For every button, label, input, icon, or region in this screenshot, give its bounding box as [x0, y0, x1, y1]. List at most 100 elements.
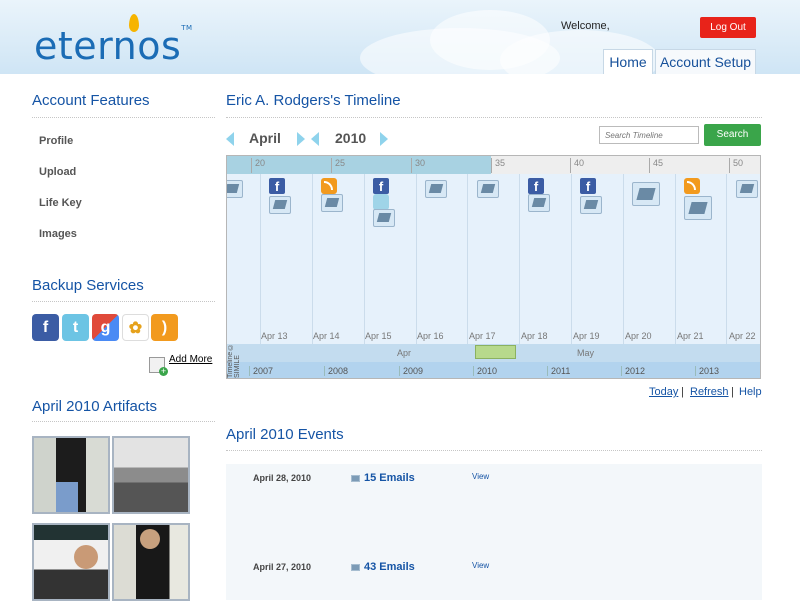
facebook-event-icon[interactable]: f	[580, 178, 596, 194]
backup-services-heading: Backup Services	[32, 277, 144, 294]
day-gridline	[260, 174, 261, 344]
year-label: 2010	[335, 130, 367, 146]
email-event-icon[interactable]	[477, 180, 499, 198]
picasa-icon[interactable]: ✿	[122, 314, 149, 341]
rss-event-icon[interactable]	[321, 178, 337, 194]
day-tick: 25	[331, 158, 345, 173]
facebook-event-icon[interactable]: f	[373, 178, 389, 194]
facebook-icon[interactable]: f	[32, 314, 59, 341]
twitter-icon[interactable]: t	[62, 314, 89, 341]
date-label: Apr 16	[417, 331, 444, 341]
email-event-icon[interactable]	[425, 180, 447, 198]
search-timeline-input[interactable]	[599, 126, 699, 144]
rss-icon[interactable]: )	[151, 314, 178, 341]
rss-event-icon[interactable]	[684, 178, 700, 194]
artifact-thumbnail[interactable]	[112, 523, 190, 601]
year-label: 2013	[695, 366, 719, 376]
email-event-icon[interactable]	[528, 194, 550, 212]
twitter-event-icon[interactable]	[373, 194, 389, 210]
day-gridline	[312, 174, 313, 344]
year-label: 2011	[547, 366, 570, 376]
divider	[32, 421, 215, 422]
timeline-credit: Timeline © SIMILE	[227, 342, 241, 378]
date-label: Apr 19	[573, 331, 600, 341]
day-tick: 45	[649, 158, 663, 173]
day-gridline	[571, 174, 572, 344]
timeline-drag-handle[interactable]	[475, 345, 516, 359]
day-gridline	[675, 174, 676, 344]
day-tick: 50	[729, 158, 743, 173]
day-tick: 20	[251, 158, 265, 173]
day-gridline	[467, 174, 468, 344]
event-date: April 27, 2010	[253, 562, 312, 572]
email-event-icon[interactable]	[632, 182, 660, 206]
date-label: Apr 18	[521, 331, 548, 341]
month-label: May	[577, 348, 595, 358]
day-tick: 30	[411, 158, 425, 173]
day-gridline	[364, 174, 365, 344]
prev-month-arrow[interactable]	[226, 132, 234, 146]
month-label: Apr	[397, 348, 412, 358]
year-label: 2008	[324, 366, 348, 376]
add-service-icon[interactable]	[149, 357, 168, 376]
account-features-heading: Account Features	[32, 92, 150, 109]
prev-year-arrow[interactable]	[311, 132, 319, 146]
event-count[interactable]: 15 Emails	[364, 472, 415, 484]
artifact-thumbnail[interactable]	[32, 523, 110, 601]
day-gridline	[726, 174, 727, 344]
tab-account-setup[interactable]: Account Setup	[655, 49, 756, 74]
timeline-title: Eric A. Rodgers's Timeline	[226, 92, 401, 109]
date-label: Apr 15	[365, 331, 392, 341]
email-event-icon[interactable]	[684, 196, 712, 220]
next-year-arrow[interactable]	[380, 132, 388, 146]
email-event-icon[interactable]	[269, 196, 291, 214]
email-event-icon[interactable]	[227, 180, 243, 198]
add-more-link[interactable]: Add More	[169, 354, 212, 365]
timeline-widget[interactable]: 20 25 30 35 40 45 50 Apr 13 Apr 14 Apr 1…	[226, 155, 761, 379]
date-label: Apr 13	[261, 331, 288, 341]
sidebar-item-life-key[interactable]: Life Key	[39, 197, 82, 209]
date-label: Apr 14	[313, 331, 340, 341]
logout-button[interactable]: Log Out	[700, 17, 756, 38]
month-label: April	[249, 130, 281, 146]
flame-icon	[129, 14, 139, 32]
tab-home[interactable]: Home	[603, 49, 653, 74]
link-separator: |	[731, 386, 734, 398]
artifact-thumbnail[interactable]	[32, 436, 110, 514]
next-month-arrow[interactable]	[297, 132, 305, 146]
facebook-event-icon[interactable]: f	[528, 178, 544, 194]
divider	[226, 450, 762, 451]
event-count[interactable]: 43 Emails	[364, 561, 415, 573]
email-event-icon[interactable]	[321, 194, 343, 212]
today-link[interactable]: Today	[649, 386, 678, 398]
divider	[32, 117, 215, 118]
facebook-event-icon[interactable]: f	[269, 178, 285, 194]
sidebar-item-images[interactable]: Images	[39, 228, 77, 240]
search-button[interactable]: Search	[704, 124, 761, 146]
email-event-icon[interactable]	[736, 180, 758, 198]
date-label: Apr 22	[729, 331, 756, 341]
view-link[interactable]: View	[472, 472, 489, 481]
view-link[interactable]: View	[472, 561, 489, 570]
sidebar-item-profile[interactable]: Profile	[39, 135, 73, 147]
timeline-selection	[227, 156, 491, 174]
day-gridline	[519, 174, 520, 344]
google-icon[interactable]: g	[92, 314, 119, 341]
email-icon	[351, 564, 360, 571]
date-label: Apr 20	[625, 331, 652, 341]
year-label: 2010	[473, 366, 497, 376]
eternos-logo[interactable]: eternosTM	[34, 24, 193, 68]
sidebar-item-upload[interactable]: Upload	[39, 166, 76, 178]
email-event-icon[interactable]	[580, 196, 602, 214]
event-date: April 28, 2010	[253, 473, 312, 483]
link-separator: |	[681, 386, 684, 398]
artifact-thumbnail[interactable]	[112, 436, 190, 514]
timeline-day-band	[491, 156, 760, 174]
day-gridline	[623, 174, 624, 344]
refresh-link[interactable]: Refresh	[690, 386, 729, 398]
day-gridline	[416, 174, 417, 344]
help-link[interactable]: Help	[739, 386, 762, 398]
day-tick: 40	[570, 158, 584, 173]
email-event-icon[interactable]	[373, 209, 395, 227]
events-heading: April 2010 Events	[226, 426, 344, 443]
